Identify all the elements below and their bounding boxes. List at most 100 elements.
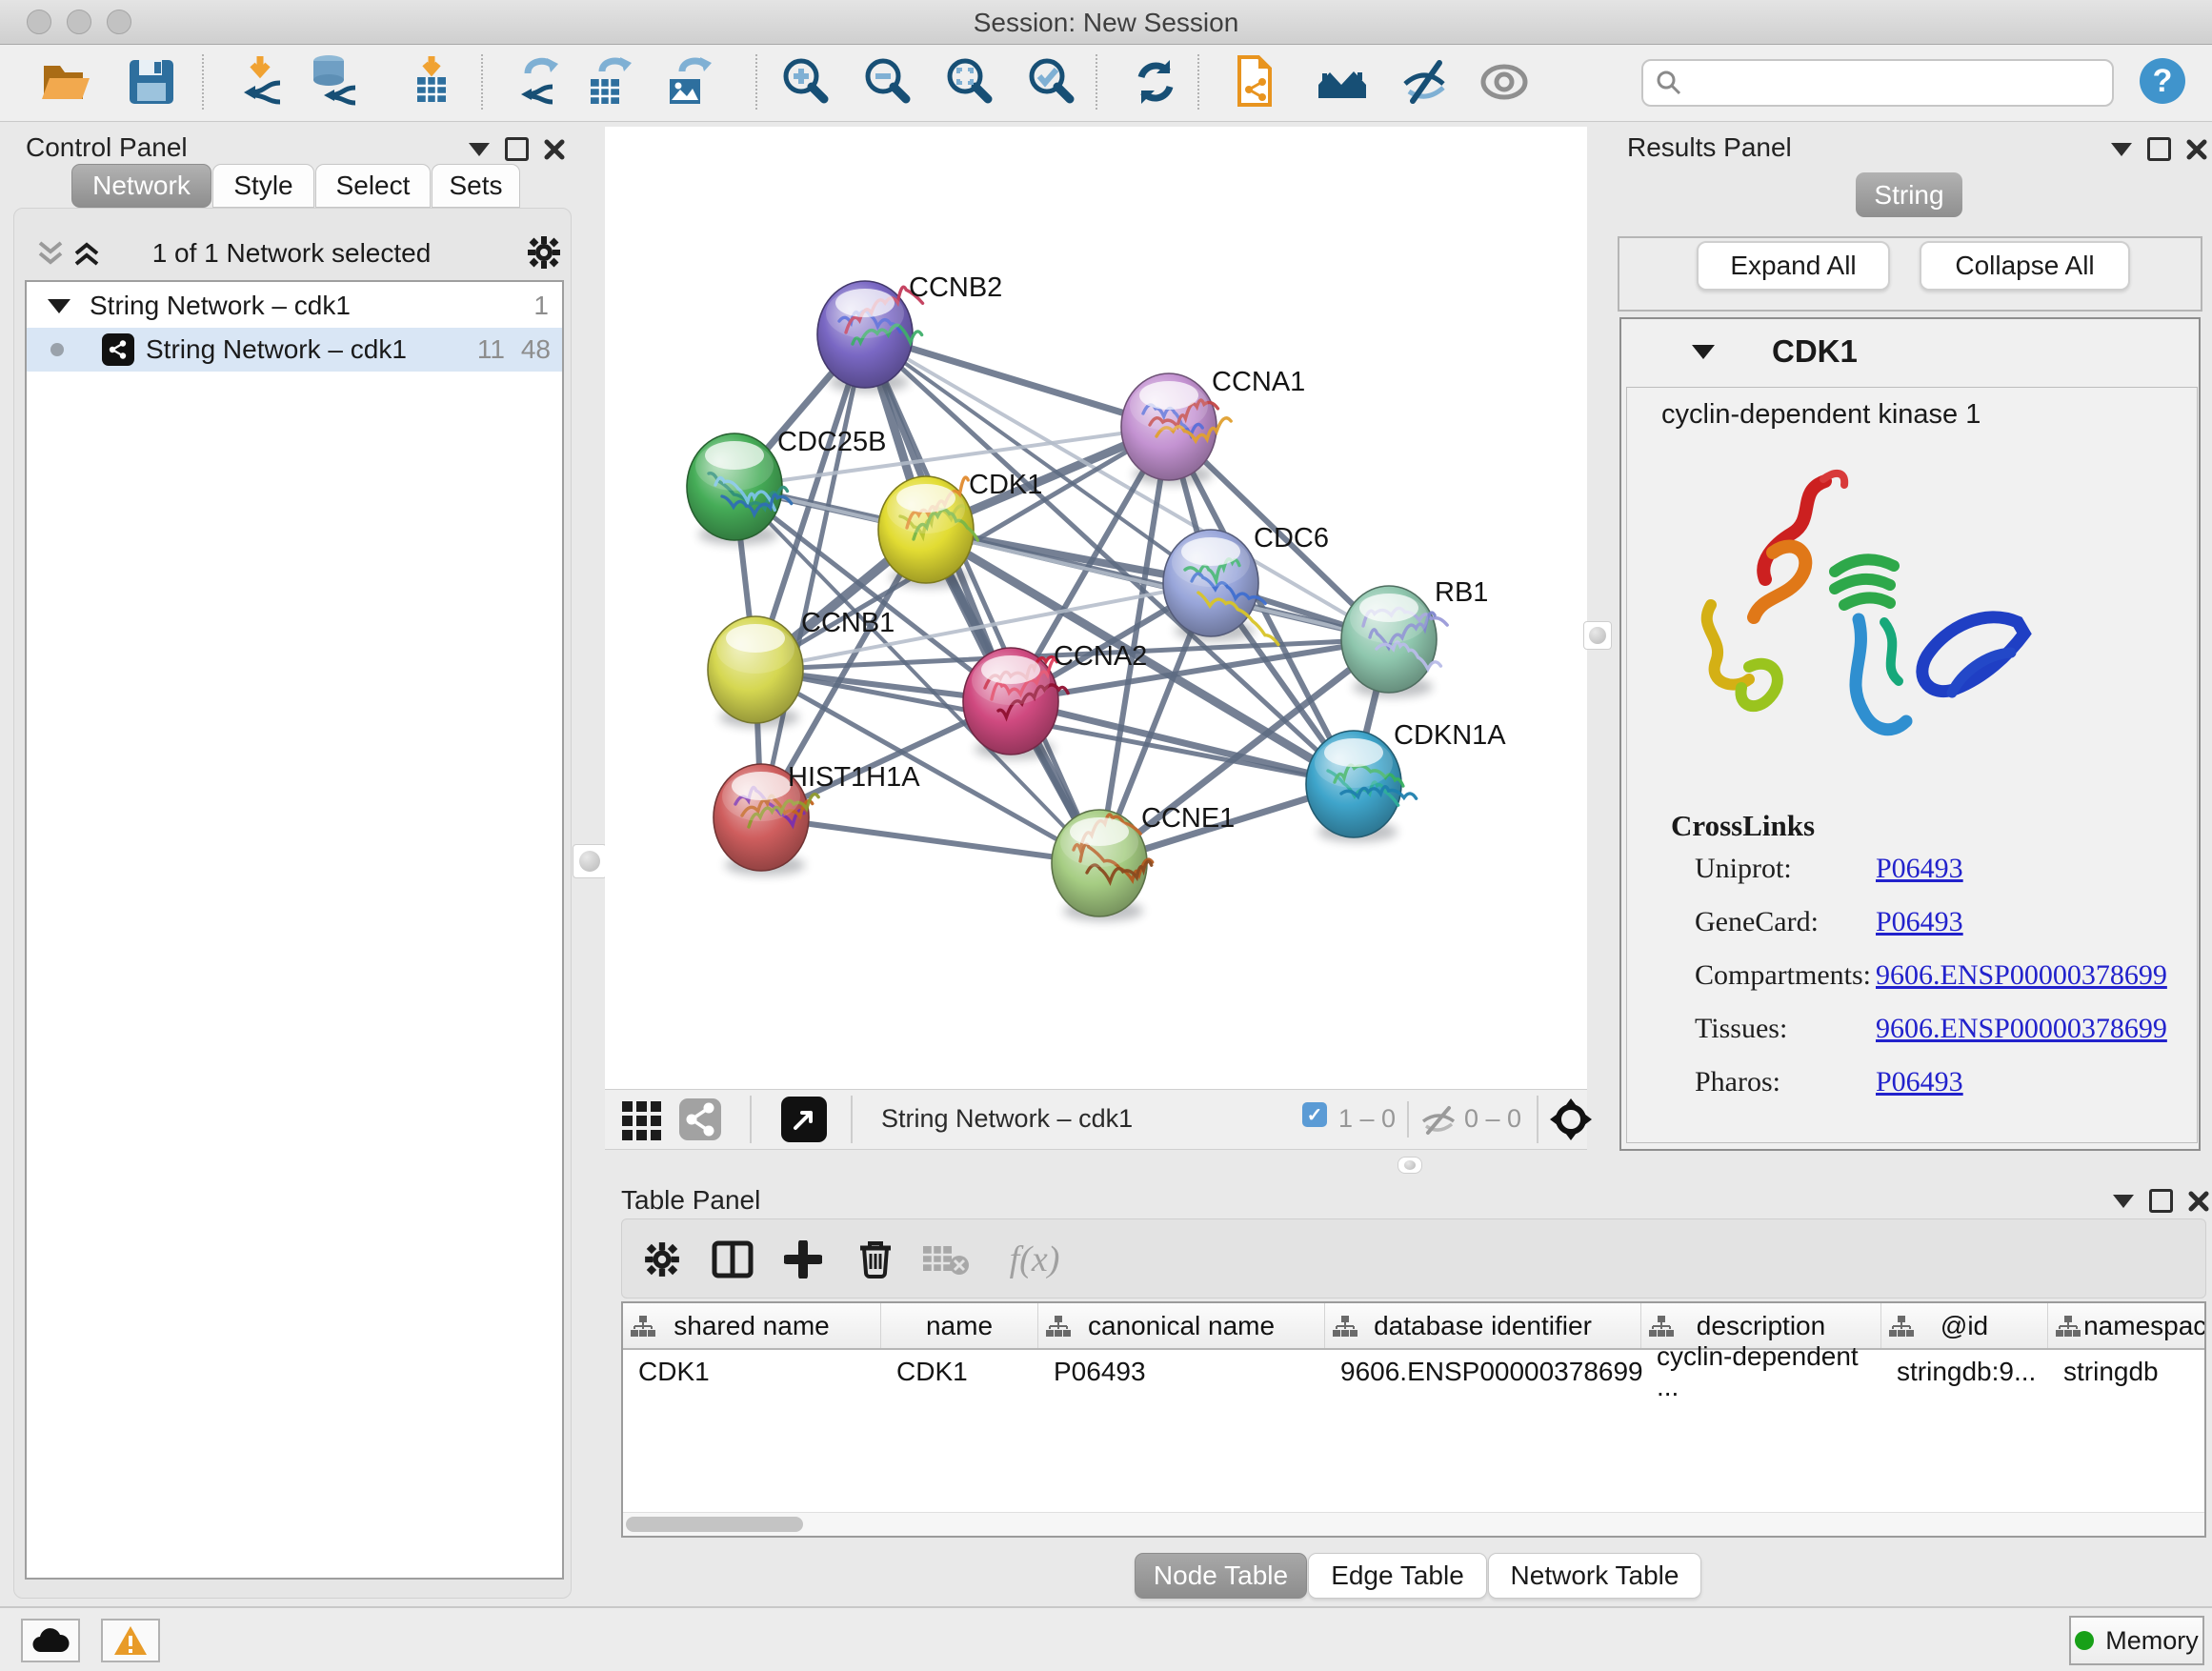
show-panel-icon[interactable]: [1475, 52, 1534, 111]
network-graph[interactable]: CCNB2CCNA1CDC25BCDK1CDC6RB1CCNB1CCNA2CDK…: [605, 127, 1587, 1089]
table-cell[interactable]: P06493: [1038, 1350, 1325, 1393]
selected-indicator-checkbox[interactable]: ✓: [1302, 1102, 1327, 1127]
table-cell[interactable]: CDK1: [881, 1350, 1038, 1393]
column-type-icon: [1649, 1315, 1674, 1338]
export-network-icon[interactable]: [507, 52, 566, 111]
cloud-button[interactable]: [21, 1619, 80, 1662]
tab-style[interactable]: Style: [212, 164, 314, 208]
gene-header-row[interactable]: CDK1: [1619, 320, 2201, 387]
network-tree-row-selected[interactable]: String Network – cdk1 11 48: [27, 328, 562, 372]
table-settings-gear-icon[interactable]: [635, 1233, 689, 1286]
close-panel-icon[interactable]: [544, 139, 565, 160]
open-session-icon[interactable]: [36, 52, 95, 111]
toolbar-separator: [481, 54, 483, 110]
expand-all-button[interactable]: Expand All: [1697, 241, 1890, 291]
collapse-all-button[interactable]: Collapse All: [1920, 241, 2130, 291]
float-panel-icon[interactable]: [2149, 1189, 2173, 1213]
zoom-selected-icon[interactable]: [1023, 52, 1082, 111]
collapse-tree-icon[interactable]: [48, 299, 70, 313]
horizontal-scrollbar[interactable]: [623, 1512, 2204, 1536]
network-node-CDC6[interactable]: CDC6: [1163, 523, 1329, 645]
network-node-CCNB1[interactable]: CCNB1: [708, 608, 895, 728]
birds-eye-view-icon[interactable]: [781, 1097, 827, 1142]
help-icon[interactable]: ?: [2140, 58, 2185, 104]
network-tree-root-row[interactable]: String Network – cdk1 1: [27, 284, 562, 328]
delete-column-trash-icon[interactable]: [849, 1233, 902, 1286]
table-cell[interactable]: cyclin-dependent ...: [1641, 1350, 1881, 1393]
table-row[interactable]: CDK1CDK1P064939606.ENSP00000378699cyclin…: [623, 1350, 2206, 1393]
home-icon[interactable]: [1313, 52, 1372, 111]
create-column-plus-icon[interactable]: [776, 1233, 830, 1286]
search-input[interactable]: [1691, 68, 2112, 99]
fit-selected-crosshair-icon[interactable]: [1548, 1097, 1594, 1142]
tab-sets[interactable]: Sets: [432, 164, 520, 208]
tab-select[interactable]: Select: [315, 164, 431, 208]
share-view-icon[interactable]: [679, 1098, 721, 1140]
tab-string[interactable]: String: [1856, 172, 1962, 217]
left-splitter-handle[interactable]: [573, 844, 607, 878]
control-panel-window-controls: [469, 137, 565, 161]
import-network-from-database-icon[interactable]: [305, 52, 364, 111]
right-splitter-handle[interactable]: [1583, 621, 1612, 650]
tab-node-table[interactable]: Node Table: [1135, 1553, 1307, 1599]
close-panel-icon[interactable]: [2188, 1191, 2209, 1212]
export-table-icon[interactable]: [579, 52, 638, 111]
column-header--id[interactable]: @id: [1881, 1303, 2048, 1348]
zoom-fit-icon[interactable]: [941, 52, 1000, 111]
network-canvas[interactable]: CCNB2CCNA1CDC25BCDK1CDC6RB1CCNB1CCNA2CDK…: [605, 127, 1587, 1089]
crosslink-value-link[interactable]: 9606.ENSP00000378699: [1876, 959, 2167, 992]
panel-menu-icon[interactable]: [469, 143, 490, 156]
network-node-HIST1H1A[interactable]: HIST1H1A: [714, 762, 920, 876]
close-panel-icon[interactable]: [2186, 139, 2207, 160]
table-cell[interactable]: stringdb: [2048, 1350, 2206, 1393]
collapse-gene-icon[interactable]: [1692, 345, 1715, 359]
function-builder-icon: f(x): [992, 1233, 1077, 1286]
network-edge-HIST1H1A-CCNE1[interactable]: [761, 817, 1099, 863]
network-node-CDKN1A[interactable]: CDKN1A: [1306, 720, 1506, 842]
column-label: description: [1697, 1311, 1825, 1341]
tab-network-table[interactable]: Network Table: [1488, 1553, 1701, 1599]
import-string-file-icon[interactable]: [1225, 52, 1284, 111]
network-node-CCNE1[interactable]: CCNE1: [1052, 803, 1235, 921]
import-table-icon[interactable]: [402, 52, 461, 111]
panel-menu-icon[interactable]: [2113, 1195, 2134, 1208]
column-header-canonical-name[interactable]: canonical name: [1038, 1303, 1325, 1348]
node-label-CDC6: CDC6: [1254, 523, 1329, 554]
import-network-icon[interactable]: [231, 52, 290, 111]
table-toolbar: f(x): [621, 1218, 2206, 1299]
table-cell[interactable]: stringdb:9...: [1881, 1350, 2048, 1393]
node-label-CCNE1: CCNE1: [1141, 803, 1235, 834]
crosslink-value-link[interactable]: P06493: [1876, 906, 1963, 938]
grid-view-icon[interactable]: [620, 1097, 664, 1141]
save-session-icon[interactable]: [122, 52, 181, 111]
zoom-in-icon[interactable]: [777, 52, 836, 111]
column-header-namespace[interactable]: namespace: [2048, 1303, 2206, 1348]
column-header-shared-name[interactable]: shared name: [623, 1303, 881, 1348]
column-header-database-identifier[interactable]: database identifier: [1325, 1303, 1641, 1348]
network-node-RB1[interactable]: RB1: [1341, 577, 1488, 697]
panel-menu-icon[interactable]: [2111, 143, 2132, 156]
warnings-button[interactable]: [101, 1619, 160, 1662]
show-columns-icon[interactable]: [706, 1233, 759, 1286]
network-options-gear-icon[interactable]: [526, 234, 562, 271]
table-cell[interactable]: CDK1: [623, 1350, 881, 1393]
search-field[interactable]: [1641, 59, 2114, 107]
column-header-name[interactable]: name: [881, 1303, 1038, 1348]
table-cell[interactable]: 9606.ENSP00000378699: [1325, 1350, 1641, 1393]
bottom-splitter-handle[interactable]: [1398, 1157, 1422, 1174]
refresh-icon[interactable]: [1126, 52, 1185, 111]
zoom-out-icon[interactable]: [859, 52, 918, 111]
hide-results-panel-icon[interactable]: [1397, 52, 1456, 111]
crosslink-value-link[interactable]: P06493: [1876, 853, 1963, 885]
memory-button[interactable]: Memory: [2069, 1616, 2204, 1665]
warning-icon: [112, 1624, 149, 1657]
tab-network[interactable]: Network: [71, 164, 211, 208]
tab-edge-table[interactable]: Edge Table: [1308, 1553, 1487, 1599]
scrollbar-thumb[interactable]: [626, 1517, 803, 1532]
crosslinks-heading: CrossLinks: [1671, 809, 1815, 843]
float-panel-icon[interactable]: [2147, 137, 2171, 161]
crosslink-value-link[interactable]: P06493: [1876, 1066, 1963, 1098]
float-panel-icon[interactable]: [505, 137, 529, 161]
export-image-icon[interactable]: [659, 52, 718, 111]
crosslink-value-link[interactable]: 9606.ENSP00000378699: [1876, 1013, 2167, 1045]
